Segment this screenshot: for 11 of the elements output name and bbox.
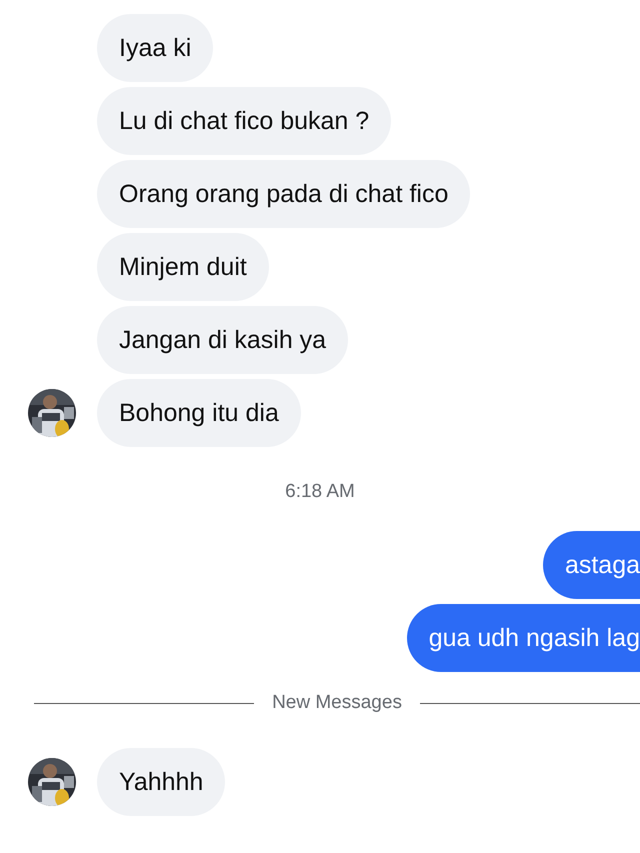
message-bubble: Yahhhh: [97, 748, 226, 816]
message-bubble: Lu di chat fico bukan ?: [97, 87, 392, 155]
message-bubble: Minjem duit: [97, 233, 269, 301]
message-bubble: gua udh ngasih lag: [406, 604, 640, 672]
message-bubble: Bohong itu dia: [97, 379, 301, 447]
message-bubble: Jangan di kasih ya: [97, 306, 348, 374]
message-bubble: Iyaa ki: [97, 14, 214, 82]
message-bubble: Orang orang pada di chat fico: [97, 160, 470, 228]
new-messages-label: New Messages: [272, 692, 402, 714]
message-bubble: astaga: [542, 531, 640, 599]
timestamp: 6:18 AM: [285, 481, 355, 502]
